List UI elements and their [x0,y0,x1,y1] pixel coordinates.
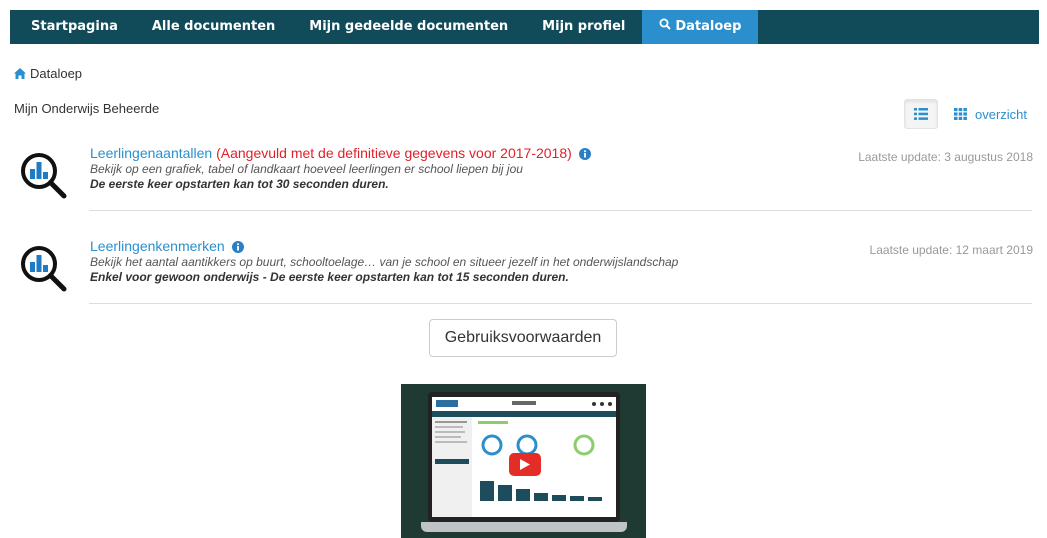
divider [89,303,1032,304]
view-toggle: overzicht [904,99,1027,129]
item-title[interactable]: Leerlingenkenmerken [90,238,678,254]
breadcrumb: Dataloep [14,66,82,81]
item-note: (Aangevuld met de definitieve gegevens v… [216,145,572,161]
item-title-link[interactable]: Leerlingenkenmerken [90,238,225,254]
list-item: Leerlingenkenmerken Bekijk het aantal aa… [14,238,1033,298]
nav-mijn-profiel[interactable]: Mijn profiel [525,10,642,44]
play-button[interactable] [509,453,541,476]
info-icon[interactable] [578,148,591,160]
item-description: Bekijk op een grafiek, tabel of landkaar… [90,162,523,176]
item-description: Bekijk het aantal aantikkers op buurt, s… [90,255,679,269]
item-title[interactable]: Leerlingenaantallen (Aangevuld met de de… [90,145,591,161]
list-item: Leerlingenaantallen (Aangevuld met de de… [14,145,1033,205]
item-warning: Enkel voor gewoon onderwijs - De eerste … [90,270,569,284]
section-title: Mijn Onderwijs Beheerde [14,101,160,116]
list-view-button[interactable] [904,99,938,129]
magnifier-chart-icon[interactable] [18,243,68,293]
terms-button[interactable]: Gebruiksvoorwaarden [429,319,617,357]
play-icon [520,459,530,470]
home-icon [14,68,26,79]
nav-alle-documenten[interactable]: Alle documenten [135,10,292,44]
nav-mijn-gedeelde-documenten[interactable]: Mijn gedeelde documenten [292,10,525,44]
magnifier-chart-icon[interactable] [18,150,68,200]
item-warning: De eerste keer opstarten kan tot 30 seco… [90,177,389,191]
list-icon [914,108,928,120]
nav-startpagina[interactable]: Startpagina [10,10,135,44]
laptop-base [421,522,627,532]
info-icon[interactable] [231,241,244,253]
divider [89,210,1032,211]
overview-link[interactable]: overzicht [975,107,1027,122]
grid-icon[interactable] [954,108,967,120]
nav-dataloep-label: Dataloep [675,19,742,34]
item-body: Leerlingenaantallen (Aangevuld met de de… [90,145,591,191]
search-icon [659,10,672,44]
item-title-link[interactable]: Leerlingenaantallen [90,145,212,161]
top-navbar: Startpagina Alle documenten Mijn gedeeld… [10,10,1039,44]
video-thumbnail[interactable] [401,384,646,538]
breadcrumb-label[interactable]: Dataloep [30,66,82,81]
last-update: Laatste update: 3 augustus 2018 [858,150,1033,164]
nav-dataloep[interactable]: Dataloep [642,10,759,44]
item-body: Leerlingenkenmerken Bekijk het aantal aa… [90,238,678,284]
last-update: Laatste update: 12 maart 2019 [869,243,1033,257]
